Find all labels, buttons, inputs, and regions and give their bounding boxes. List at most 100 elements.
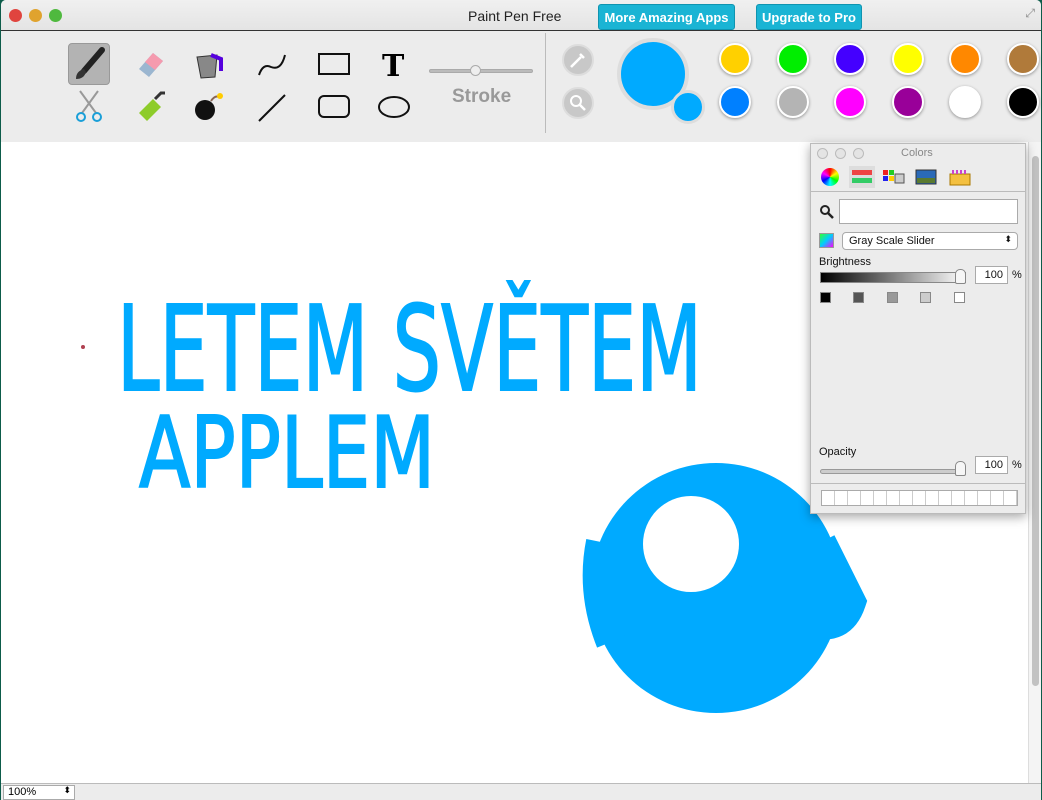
tab-color-palettes[interactable] [881, 166, 907, 188]
palette-color-swatch[interactable] [891, 86, 924, 118]
fullscreen-icon[interactable]: ⤢ [1025, 6, 1035, 21]
bomb-tool[interactable] [187, 85, 229, 127]
panel-close-button[interactable] [817, 148, 828, 159]
custom-color-well[interactable] [1004, 491, 1017, 505]
custom-color-wells [821, 490, 1018, 506]
palette-color-swatch[interactable] [776, 86, 809, 118]
close-button[interactable] [9, 9, 22, 22]
toolbar: T Stroke [1, 31, 1041, 142]
upgrade-button[interactable]: Upgrade to Pro [756, 4, 862, 30]
panel-divider [811, 191, 1025, 192]
opacity-slider[interactable] [820, 469, 966, 474]
select-arrows-icon: ⬍ [1004, 234, 1012, 244]
stroke-slider[interactable] [429, 69, 533, 73]
stray-dot [81, 345, 85, 349]
palette-color-swatch[interactable] [1006, 86, 1039, 118]
gray-swatch-black[interactable] [820, 292, 831, 303]
sliders-icon [852, 170, 872, 183]
scissors-icon [76, 90, 102, 122]
gray-swatch-dark[interactable] [853, 292, 864, 303]
more-apps-button[interactable]: More Amazing Apps [598, 4, 735, 30]
custom-color-well[interactable] [874, 491, 887, 505]
brush-tool[interactable] [68, 43, 110, 85]
palette-color-swatch[interactable] [949, 43, 981, 75]
rounded-rectangle-tool[interactable] [313, 85, 355, 127]
line-tool[interactable] [251, 85, 293, 127]
panel-zoom-button[interactable] [853, 148, 864, 159]
zoom-select[interactable]: 100% ⬍ [3, 785, 75, 800]
rounded-rectangle-icon [318, 95, 350, 118]
palette-color-swatch[interactable] [834, 86, 866, 118]
curve-icon [258, 54, 286, 76]
marker-tool[interactable] [129, 85, 171, 127]
custom-color-well[interactable] [991, 491, 1004, 505]
brightness-input[interactable]: 100 [975, 266, 1008, 284]
gray-swatch-mid[interactable] [887, 292, 898, 303]
custom-color-well[interactable] [965, 491, 978, 505]
panel-title: Colors [901, 147, 933, 159]
stroke-label: Stroke [452, 86, 512, 107]
palette-grid-icon [883, 170, 905, 184]
tab-color-wheel[interactable] [817, 166, 843, 188]
svg-text:T: T [382, 49, 405, 81]
gray-swatch-light[interactable] [920, 292, 931, 303]
rectangle-tool[interactable] [313, 43, 355, 85]
color-preview-swatch[interactable] [819, 233, 834, 248]
opacity-label: Opacity [819, 446, 857, 458]
palette-color-swatch[interactable] [776, 43, 809, 75]
color-search-input[interactable] [839, 199, 1018, 224]
curve-tool[interactable] [251, 43, 293, 85]
custom-color-well[interactable] [978, 491, 991, 505]
ellipse-tool[interactable] [373, 85, 415, 127]
minimize-button[interactable] [29, 9, 42, 22]
palette-color-swatch[interactable] [891, 43, 924, 75]
stepper-icon: ⬍ [63, 785, 71, 795]
toolbar-divider [545, 33, 546, 133]
slider-mode-select[interactable]: Gray Scale Slider ⬍ [842, 232, 1018, 250]
paint-bucket-tool[interactable] [187, 43, 229, 85]
opacity-slider-knob[interactable] [955, 461, 966, 476]
eraser-tool[interactable] [129, 43, 171, 85]
vertical-scrollbar[interactable] [1028, 142, 1041, 783]
custom-color-well[interactable] [822, 491, 835, 505]
eyedropper-icon [570, 53, 585, 68]
palette-color-swatch[interactable] [834, 43, 866, 75]
scrollbar-thumb[interactable] [1032, 156, 1039, 686]
slider-mode-value: Gray Scale Slider [849, 235, 935, 247]
opacity-input[interactable]: 100 [975, 456, 1008, 474]
line-icon [258, 94, 286, 122]
color-wheel-icon [821, 168, 839, 186]
palette-color-swatch[interactable] [949, 86, 981, 118]
zoom-button[interactable] [49, 9, 62, 22]
eyedropper-button[interactable] [562, 44, 594, 76]
palette-color-swatch[interactable] [1006, 43, 1039, 75]
panel-minimize-button[interactable] [835, 148, 846, 159]
custom-color-well[interactable] [861, 491, 874, 505]
handwritten-text-line-2: APPLEM [139, 397, 435, 511]
secondary-color-well[interactable] [671, 90, 705, 124]
window-title: Paint Pen Free [468, 8, 562, 24]
palette-color-swatch[interactable] [719, 86, 751, 118]
palette-color-swatch[interactable] [719, 43, 751, 75]
marker-icon [139, 91, 165, 121]
custom-color-well[interactable] [926, 491, 939, 505]
scissors-tool[interactable] [68, 85, 110, 127]
brightness-slider[interactable] [820, 272, 966, 283]
tab-image-palettes[interactable] [913, 166, 939, 188]
brightness-slider-knob[interactable] [955, 269, 966, 284]
bomb-icon [195, 93, 223, 120]
custom-color-well[interactable] [848, 491, 861, 505]
text-tool[interactable]: T [373, 43, 415, 85]
image-icon [915, 169, 937, 185]
custom-color-well[interactable] [939, 491, 952, 505]
tab-crayons[interactable] [947, 166, 973, 188]
custom-color-well[interactable] [913, 491, 926, 505]
custom-color-well[interactable] [952, 491, 965, 505]
custom-color-well[interactable] [835, 491, 848, 505]
magnifier-button[interactable] [562, 87, 594, 119]
stroke-slider-knob[interactable] [470, 65, 481, 76]
custom-color-well[interactable] [900, 491, 913, 505]
gray-swatch-white[interactable] [954, 292, 965, 303]
custom-color-well[interactable] [887, 491, 900, 505]
tab-color-sliders[interactable] [849, 166, 875, 188]
